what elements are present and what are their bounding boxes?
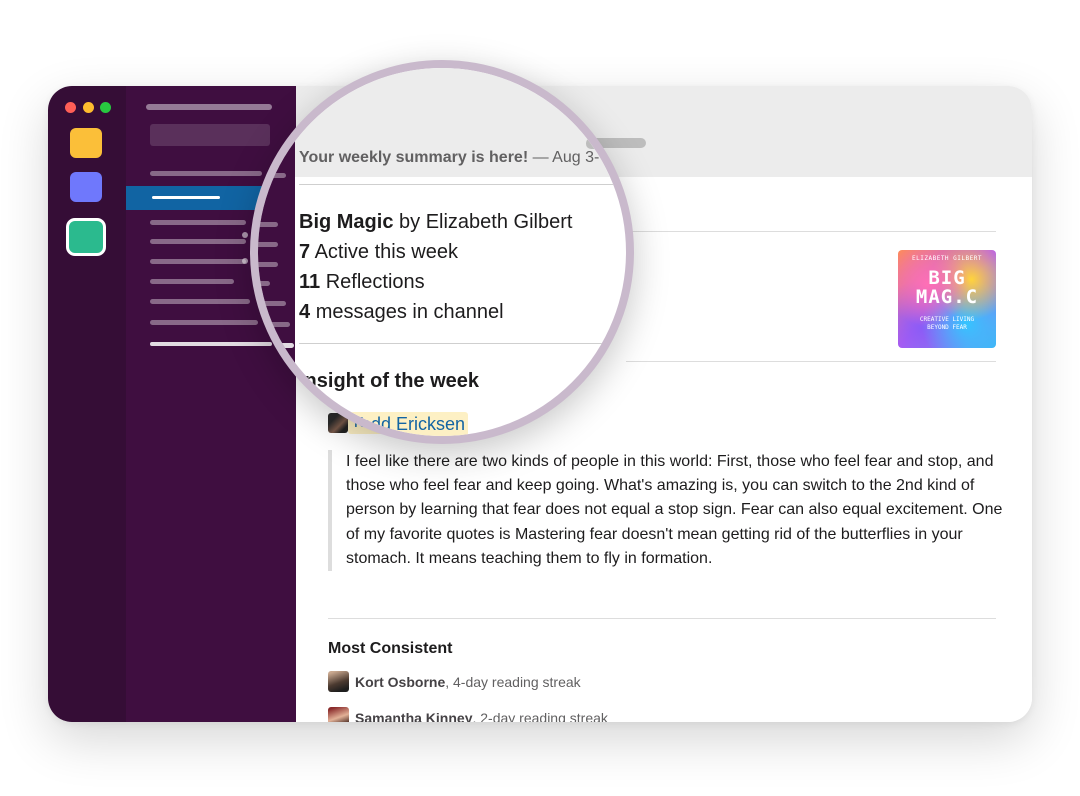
sidebar-search-placeholder[interactable] (150, 124, 270, 146)
stat-active: 7 Active this week (299, 241, 458, 264)
minimize-window-button[interactable] (83, 102, 94, 113)
sidebar-item-placeholder[interactable] (150, 342, 272, 346)
divider (299, 343, 626, 344)
avatar[interactable] (328, 707, 349, 722)
workspace-icon-blue[interactable] (70, 172, 102, 202)
cover-title-line2: MAG.C (915, 286, 979, 308)
sidebar-item-placeholder[interactable] (150, 299, 250, 304)
member-name[interactable]: Kort Osborne (355, 674, 445, 690)
user-mention[interactable]: Todd Ericksen (349, 412, 469, 436)
most-consistent-heading: Most Consistent (328, 640, 453, 657)
cover-author: ELIZABETH GILBERT (912, 255, 982, 262)
member-name[interactable]: Samantha Kinney (355, 710, 472, 722)
divider (328, 618, 996, 619)
workspace-rail (48, 86, 126, 722)
sidebar-item-placeholder[interactable] (150, 320, 258, 325)
stat-value: 11 (299, 271, 321, 293)
sidebar-unread-dot (242, 232, 248, 238)
cover-subtitle-line2: BEYOND FEAR (927, 324, 967, 331)
sidebar-item-placeholder[interactable] (150, 171, 262, 176)
summary-header: Your weekly summary is here! — Aug 3- (299, 149, 599, 167)
sidebar-item-placeholder[interactable] (150, 259, 246, 264)
workspace-icon-yellow[interactable] (70, 128, 102, 158)
magnifier-lens: Your weekly summary is here! — Aug 3- Bi… (250, 60, 634, 444)
sidebar-item-placeholder[interactable] (150, 239, 246, 244)
stat-label: Active this week (314, 241, 458, 263)
insight-heading: Insight of the week (299, 370, 480, 392)
streak-detail: , 2-day reading streak (472, 710, 608, 722)
stat-value: 7 (299, 241, 311, 263)
stat-reflections: 11 Reflections (299, 271, 425, 294)
sidebar-header-placeholder[interactable] (146, 104, 272, 110)
workspace-icon-green-active[interactable] (66, 218, 106, 256)
stat-messages: 4 messages in channel (299, 301, 504, 324)
cover-subtitle-line1: CREATIVE LIVING (919, 316, 975, 323)
divider (626, 231, 996, 232)
stat-value: 4 (299, 301, 311, 323)
insight-quote: I feel like there are two kinds of peopl… (328, 450, 1014, 572)
book-author: by Elizabeth Gilbert (399, 211, 573, 233)
streak-detail: , 4-day reading streak (445, 674, 581, 690)
summary-date: — Aug 3- (532, 149, 600, 166)
avatar[interactable] (328, 671, 349, 692)
book-title: Big Magic (299, 211, 394, 233)
divider (299, 184, 626, 185)
sidebar-item-placeholder[interactable] (150, 220, 246, 225)
book-line: Big Magic by Elizabeth Gilbert (299, 211, 572, 234)
summary-title: Your weekly summary is here! (299, 149, 529, 166)
sidebar-item-placeholder[interactable] (150, 279, 234, 284)
close-window-button[interactable] (65, 102, 76, 113)
divider (626, 361, 996, 362)
sidebar-unread-dot (242, 258, 248, 264)
stat-label: Reflections (325, 271, 425, 293)
avatar[interactable] (327, 413, 349, 435)
book-cover-image[interactable]: ELIZABETH GILBERT BIG MAG.C CREATIVE LIV… (898, 250, 996, 348)
stat-label: messages in channel (315, 301, 504, 323)
zoom-window-button[interactable] (100, 102, 111, 113)
